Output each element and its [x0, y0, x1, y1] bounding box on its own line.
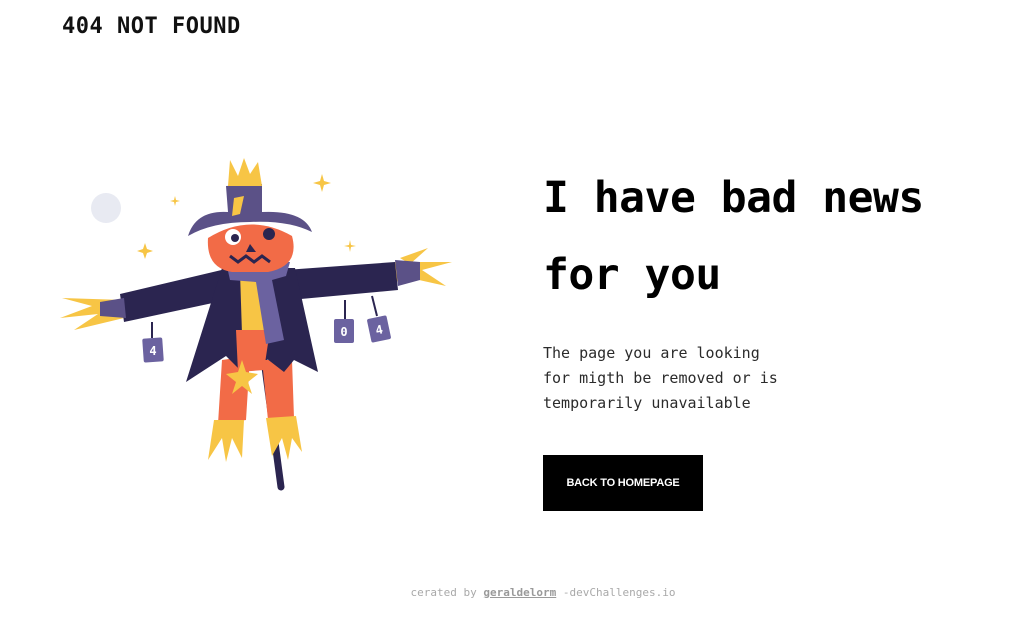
- author-link[interactable]: geraldelorm: [483, 586, 556, 599]
- hat-straw: [228, 158, 262, 186]
- moon-icon: [91, 193, 121, 223]
- error-message-line-3: temporarily unavailable: [543, 394, 751, 412]
- can-mid-label: 0: [340, 325, 347, 339]
- right-arm-cuff: [395, 260, 420, 286]
- footer-prefix: cerated by: [410, 586, 477, 599]
- brand-logo[interactable]: 404 NOT FOUND: [62, 12, 241, 42]
- headline: I have bad news for you: [543, 160, 1013, 314]
- error-message-line-2: for migth be removed or is: [543, 369, 778, 387]
- right-eye: [263, 228, 275, 240]
- headline-line-2: for you: [543, 250, 721, 300]
- right-foot-straw: [266, 416, 302, 460]
- scarecrow-illustration: 4 0 4: [60, 158, 452, 491]
- error-message-line-1: The page you are looking: [543, 344, 760, 362]
- headline-line-1: I have bad news: [543, 173, 924, 223]
- footer-suffix: -devChallenges.io: [562, 586, 676, 599]
- right-leg: [262, 360, 294, 420]
- error-message: The page you are looking for migth be re…: [543, 341, 843, 416]
- back-to-homepage-button[interactable]: BACK TO HOMEPAGE: [543, 455, 703, 511]
- left-foot-straw: [208, 420, 244, 462]
- can-left: 4: [142, 337, 164, 363]
- can-mid: 0: [334, 319, 354, 343]
- right-arm: [285, 262, 398, 300]
- footer: cerated by geraldelorm -devChallenges.io: [0, 586, 1029, 599]
- can-left-label: 4: [149, 344, 156, 358]
- can-right: 4: [367, 315, 391, 343]
